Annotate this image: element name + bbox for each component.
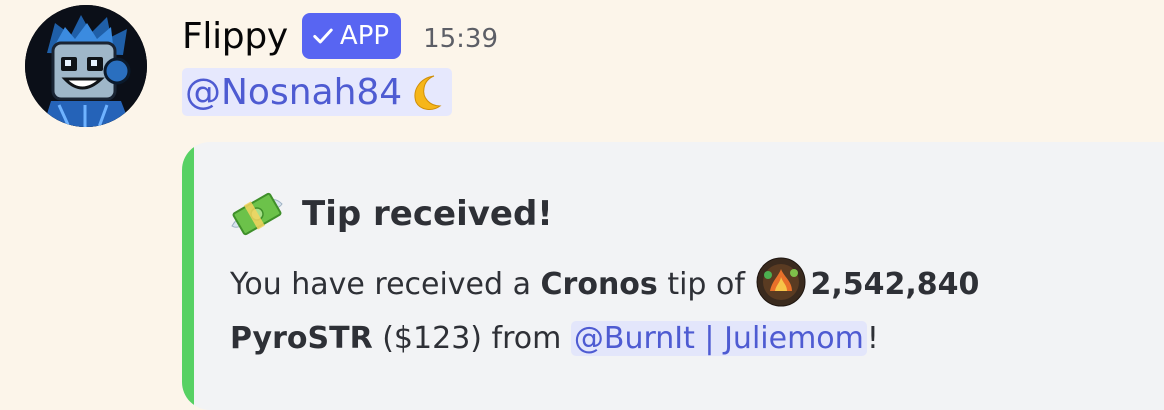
chat-message: Flippy APP 15:39 @Nosnah84 Tip received!… — [0, 0, 1164, 410]
desc-prefix: You have received a — [230, 267, 541, 302]
user-mention[interactable]: @Nosnah84 — [182, 68, 453, 116]
tip-embed: Tip received! You have received a Cronos… — [182, 142, 1164, 410]
embed-title: Tip received! — [302, 194, 553, 234]
embed-accent-bar — [182, 142, 194, 410]
desc-suffix: ! — [866, 321, 879, 356]
token-name: PyroSTR — [230, 321, 373, 356]
network-name: Cronos — [540, 267, 658, 302]
tip-amount: 2,542,840 — [810, 267, 980, 302]
sender-mention[interactable]: @BurnIt | Juliemom — [570, 321, 867, 356]
message-header: Flippy APP 15:39 — [182, 10, 498, 62]
user-mention-label: @Nosnah84 — [185, 71, 403, 113]
username[interactable]: Flippy — [182, 16, 288, 57]
avatar[interactable] — [25, 5, 147, 127]
pyrostr-token-icon — [756, 257, 806, 306]
embed-description: You have received a Cronos tip of 2,542,… — [230, 257, 1110, 366]
crescent-moon-icon — [414, 75, 442, 110]
timestamp[interactable]: 15:39 — [423, 24, 498, 54]
money-with-wings-icon — [231, 192, 283, 236]
verified-check-icon — [313, 28, 333, 44]
robot-avatar-icon — [25, 5, 147, 127]
desc-mid: tip of — [657, 267, 755, 302]
message-content: @Nosnah84 — [182, 64, 453, 120]
app-badge-label: APP — [339, 21, 390, 51]
embed-title-row: Tip received! — [228, 186, 553, 242]
usd-value: ($123) from — [372, 321, 571, 356]
app-badge: APP — [301, 13, 402, 59]
